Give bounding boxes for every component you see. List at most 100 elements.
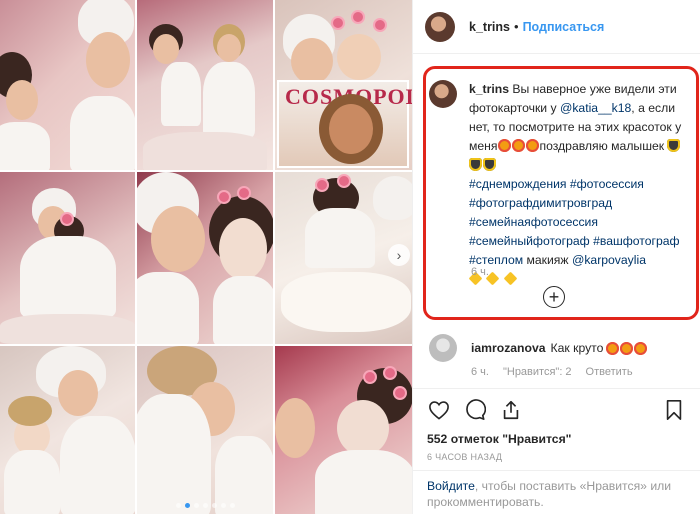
login-prompt: Войдите, чтобы поставить «Нравится» или …	[427, 478, 689, 510]
photo-collage[interactable]: COSMOPOLITAN ›	[0, 0, 416, 514]
comment-likes[interactable]: "Нравится": 2	[503, 366, 572, 378]
carousel-dots	[137, 503, 273, 508]
curler-shape	[337, 174, 351, 188]
face-shape	[217, 34, 241, 62]
magazine-cover: COSMOPOLITAN	[277, 80, 416, 168]
cover-face-shape	[329, 104, 373, 154]
post-actions	[427, 398, 686, 422]
caption-text-part: поздравляю малышек	[539, 139, 665, 153]
robe-shape	[213, 276, 273, 344]
comment-meta: 6 ч. "Нравится": 2 Ответить	[471, 366, 633, 378]
like-button[interactable]	[427, 398, 451, 422]
likes-count[interactable]: 552 отметок "Нравится"	[427, 432, 571, 446]
photo-tile-7	[0, 346, 135, 514]
next-photo-button[interactable]: ›	[388, 244, 410, 266]
sparkle-emoji-icon	[503, 271, 518, 286]
caption-username[interactable]: k_trins	[469, 82, 509, 96]
robe-shape	[161, 62, 201, 126]
comment-text: Как круто	[550, 341, 604, 355]
caption-avatar[interactable]	[429, 80, 457, 108]
curler-shape	[393, 386, 407, 400]
robe-shape	[0, 122, 50, 170]
mention-link[interactable]: @katia__k18	[560, 101, 631, 115]
hashtag-link[interactable]: #фотографдимитровград	[469, 196, 612, 210]
curler-shape	[351, 10, 365, 24]
carousel-dot	[220, 503, 226, 508]
hair-shape	[8, 396, 52, 426]
caption-timestamp[interactable]: 6 ч.	[471, 266, 489, 278]
mention-link[interactable]: @karpovaylia	[572, 253, 646, 267]
robe-shape	[137, 272, 199, 344]
comment-username[interactable]: iamrozanova	[471, 341, 546, 355]
photo-tile-6: ›	[275, 172, 416, 344]
heart-eyes-emoji-icon	[634, 341, 648, 355]
photo-tile-2	[137, 0, 273, 170]
heart-eyes-emoji-icon	[606, 341, 620, 355]
avatar[interactable]	[425, 11, 455, 42]
save-button[interactable]	[662, 398, 686, 422]
hashtag-link[interactable]: #семейныйфотограф	[469, 234, 590, 248]
hashtag-link[interactable]: #сднемрождения #фотосессия	[469, 177, 644, 191]
face-shape	[58, 370, 98, 416]
curler-shape	[237, 186, 251, 200]
caption-text: k_trins Вы наверное уже видели эти фоток…	[468, 80, 689, 289]
face-shape	[291, 38, 333, 84]
party-emoji-icon	[483, 158, 496, 171]
follow-button[interactable]: Подписаться	[523, 20, 605, 34]
robe-shape	[20, 236, 116, 318]
post-panel: k_trins • Подписаться k_trins Вы наверно…	[412, 0, 700, 514]
caption-text-part: макияж	[526, 253, 569, 267]
add-comment-button[interactable]: +	[543, 286, 565, 308]
reply-button[interactable]: Ответить	[586, 366, 633, 378]
popcorn-shape	[281, 272, 411, 332]
curler-shape	[383, 366, 397, 380]
commenter-avatar[interactable]	[429, 334, 457, 362]
face-shape	[337, 400, 389, 456]
heart-eyes-emoji-icon	[620, 341, 634, 355]
robe-shape	[315, 450, 415, 514]
photo-tile-5	[137, 172, 273, 344]
photo-tile-4	[0, 172, 135, 344]
comment-timestamp[interactable]: 6 ч.	[471, 366, 489, 378]
share-icon	[503, 400, 519, 420]
robe-shape	[60, 416, 135, 514]
face-shape	[86, 32, 130, 88]
header-username[interactable]: k_trins	[469, 20, 510, 34]
robe-shape	[137, 394, 211, 514]
bed-shape	[143, 132, 267, 170]
photo-tile-8	[137, 346, 273, 514]
heart-eyes-emoji-icon	[511, 139, 525, 152]
photo-tile-3: COSMOPOLITAN	[275, 0, 416, 170]
carousel-dot	[202, 503, 208, 508]
post-caption: k_trins Вы наверное уже видели эти фоток…	[429, 80, 689, 289]
carousel-dot	[211, 503, 217, 508]
photo-tile-9	[275, 346, 416, 514]
party-emoji-icon	[667, 139, 681, 152]
heart-eyes-emoji-icon	[497, 139, 511, 152]
bookmark-icon	[666, 400, 682, 420]
hashtag-link[interactable]: #вашфотограф	[593, 234, 679, 248]
login-link[interactable]: Войдите	[427, 479, 475, 493]
carousel-dot	[175, 503, 181, 508]
robe-shape	[70, 96, 135, 170]
robe-shape	[305, 208, 375, 268]
face-shape	[6, 80, 38, 120]
carousel-dot	[193, 503, 199, 508]
curler-shape	[217, 190, 231, 204]
robe-shape	[4, 450, 60, 514]
carousel-dot	[229, 503, 235, 508]
towel-shape	[373, 176, 416, 220]
post-time-ago[interactable]: 6 ЧАСОВ НАЗАД	[427, 452, 502, 462]
face-shape	[275, 398, 315, 458]
hashtag-link[interactable]: #степлом	[469, 253, 523, 267]
face-shape	[337, 34, 381, 80]
robe-shape	[203, 62, 255, 138]
divider	[413, 388, 700, 389]
chevron-right-icon: ›	[396, 247, 402, 263]
comment-button[interactable]	[463, 398, 487, 422]
face-shape	[151, 206, 205, 272]
comment-icon	[466, 399, 486, 420]
share-button[interactable]	[499, 398, 523, 422]
bed-shape	[0, 314, 135, 344]
hashtag-link[interactable]: #семейнаяфотосессия	[469, 215, 598, 229]
